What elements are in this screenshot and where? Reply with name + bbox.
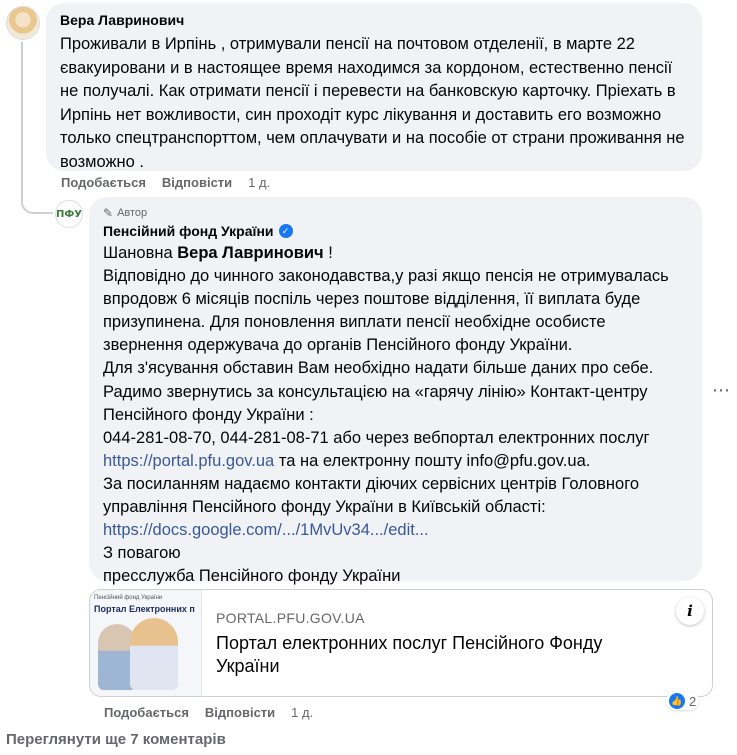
mentioned-name[interactable]: Вера Лавринович xyxy=(177,244,323,262)
reply-timestamp[interactable]: 1 д. xyxy=(291,705,313,720)
comment-actions: Подобається Відповісти 1 д. xyxy=(61,175,270,190)
view-more-comments-button[interactable]: Переглянути ще 7 коментарів xyxy=(6,731,226,748)
link-preview-title[interactable]: Портал електронних послуг Пенсійного Фон… xyxy=(216,632,646,678)
reaction-count: 2 xyxy=(689,693,697,709)
comment-bubble: Вера Лавринович Проживали в Ирпінь , отр… xyxy=(46,3,702,171)
comment-author[interactable]: Вера Лавринович xyxy=(60,11,688,29)
comment-text: Проживали в Ирпінь , отримували пенсії н… xyxy=(60,35,685,171)
docs-link[interactable]: https://docs.google.com/.../1MvUv34.../e… xyxy=(103,521,429,539)
link-preview-card[interactable]: Пенсійний фонд України Портал Електронни… xyxy=(89,589,713,697)
more-options-icon[interactable]: ⋯ xyxy=(712,380,731,401)
reply-actions: Подобається Відповісти 1 д. xyxy=(104,705,313,720)
reply-text: Шановна Вера Лавринович ! Відповідно до … xyxy=(103,242,688,588)
comment-timestamp[interactable]: 1 д. xyxy=(248,175,270,190)
like-button[interactable]: Подобається xyxy=(61,175,146,190)
reply-paragraph: Радимо звернутись за консультацією на «г… xyxy=(103,382,648,424)
closing-line: З повагою xyxy=(103,544,181,563)
info-icon[interactable]: i xyxy=(676,597,704,625)
reaction-summary[interactable]: 👍 2 xyxy=(666,692,700,710)
page-avatar[interactable]: ПФУ xyxy=(55,200,83,228)
pen-icon: ✎ xyxy=(103,206,114,220)
author-badge-label: Автор xyxy=(117,207,148,219)
reply-author[interactable]: Пенсійний фонд України xyxy=(103,222,274,240)
like-button[interactable]: Подобається xyxy=(104,705,189,720)
like-reaction-icon: 👍 xyxy=(669,693,685,709)
link-preview-image[interactable]: Пенсійний фонд України Портал Електронни… xyxy=(90,590,202,696)
reply-button[interactable]: Відповісти xyxy=(162,175,232,190)
greeting-line: Шановна Вера Лавринович ! xyxy=(103,244,333,262)
portal-link[interactable]: https://portal.pfu.gov.ua xyxy=(103,452,274,470)
link-preview-domain: PORTAL.PFU.GOV.UA xyxy=(216,610,365,626)
user-avatar[interactable] xyxy=(6,6,40,40)
closing-signature: пресслужба Пенсійного фонду України xyxy=(103,567,401,586)
thread-connector xyxy=(21,188,53,214)
reply-paragraph: Відповідно до чинного законодавства,у ра… xyxy=(103,267,669,355)
reply-bubble: ✎ Автор Пенсійний фонд України ✓ Шановна… xyxy=(89,197,702,585)
verified-badge-icon: ✓ xyxy=(278,224,293,238)
thread-line xyxy=(21,42,23,192)
reply-paragraph: За посиланням надаємо контакти діючих се… xyxy=(103,474,640,517)
reply-button[interactable]: Відповісти xyxy=(205,705,275,720)
author-badge: ✎ Автор xyxy=(103,205,688,221)
reply-paragraph: 044-281-08-70, 044-281-08-71 або через в… xyxy=(103,428,650,470)
reply-paragraph: Для з'ясування обставин Вам необхідно на… xyxy=(103,359,654,378)
